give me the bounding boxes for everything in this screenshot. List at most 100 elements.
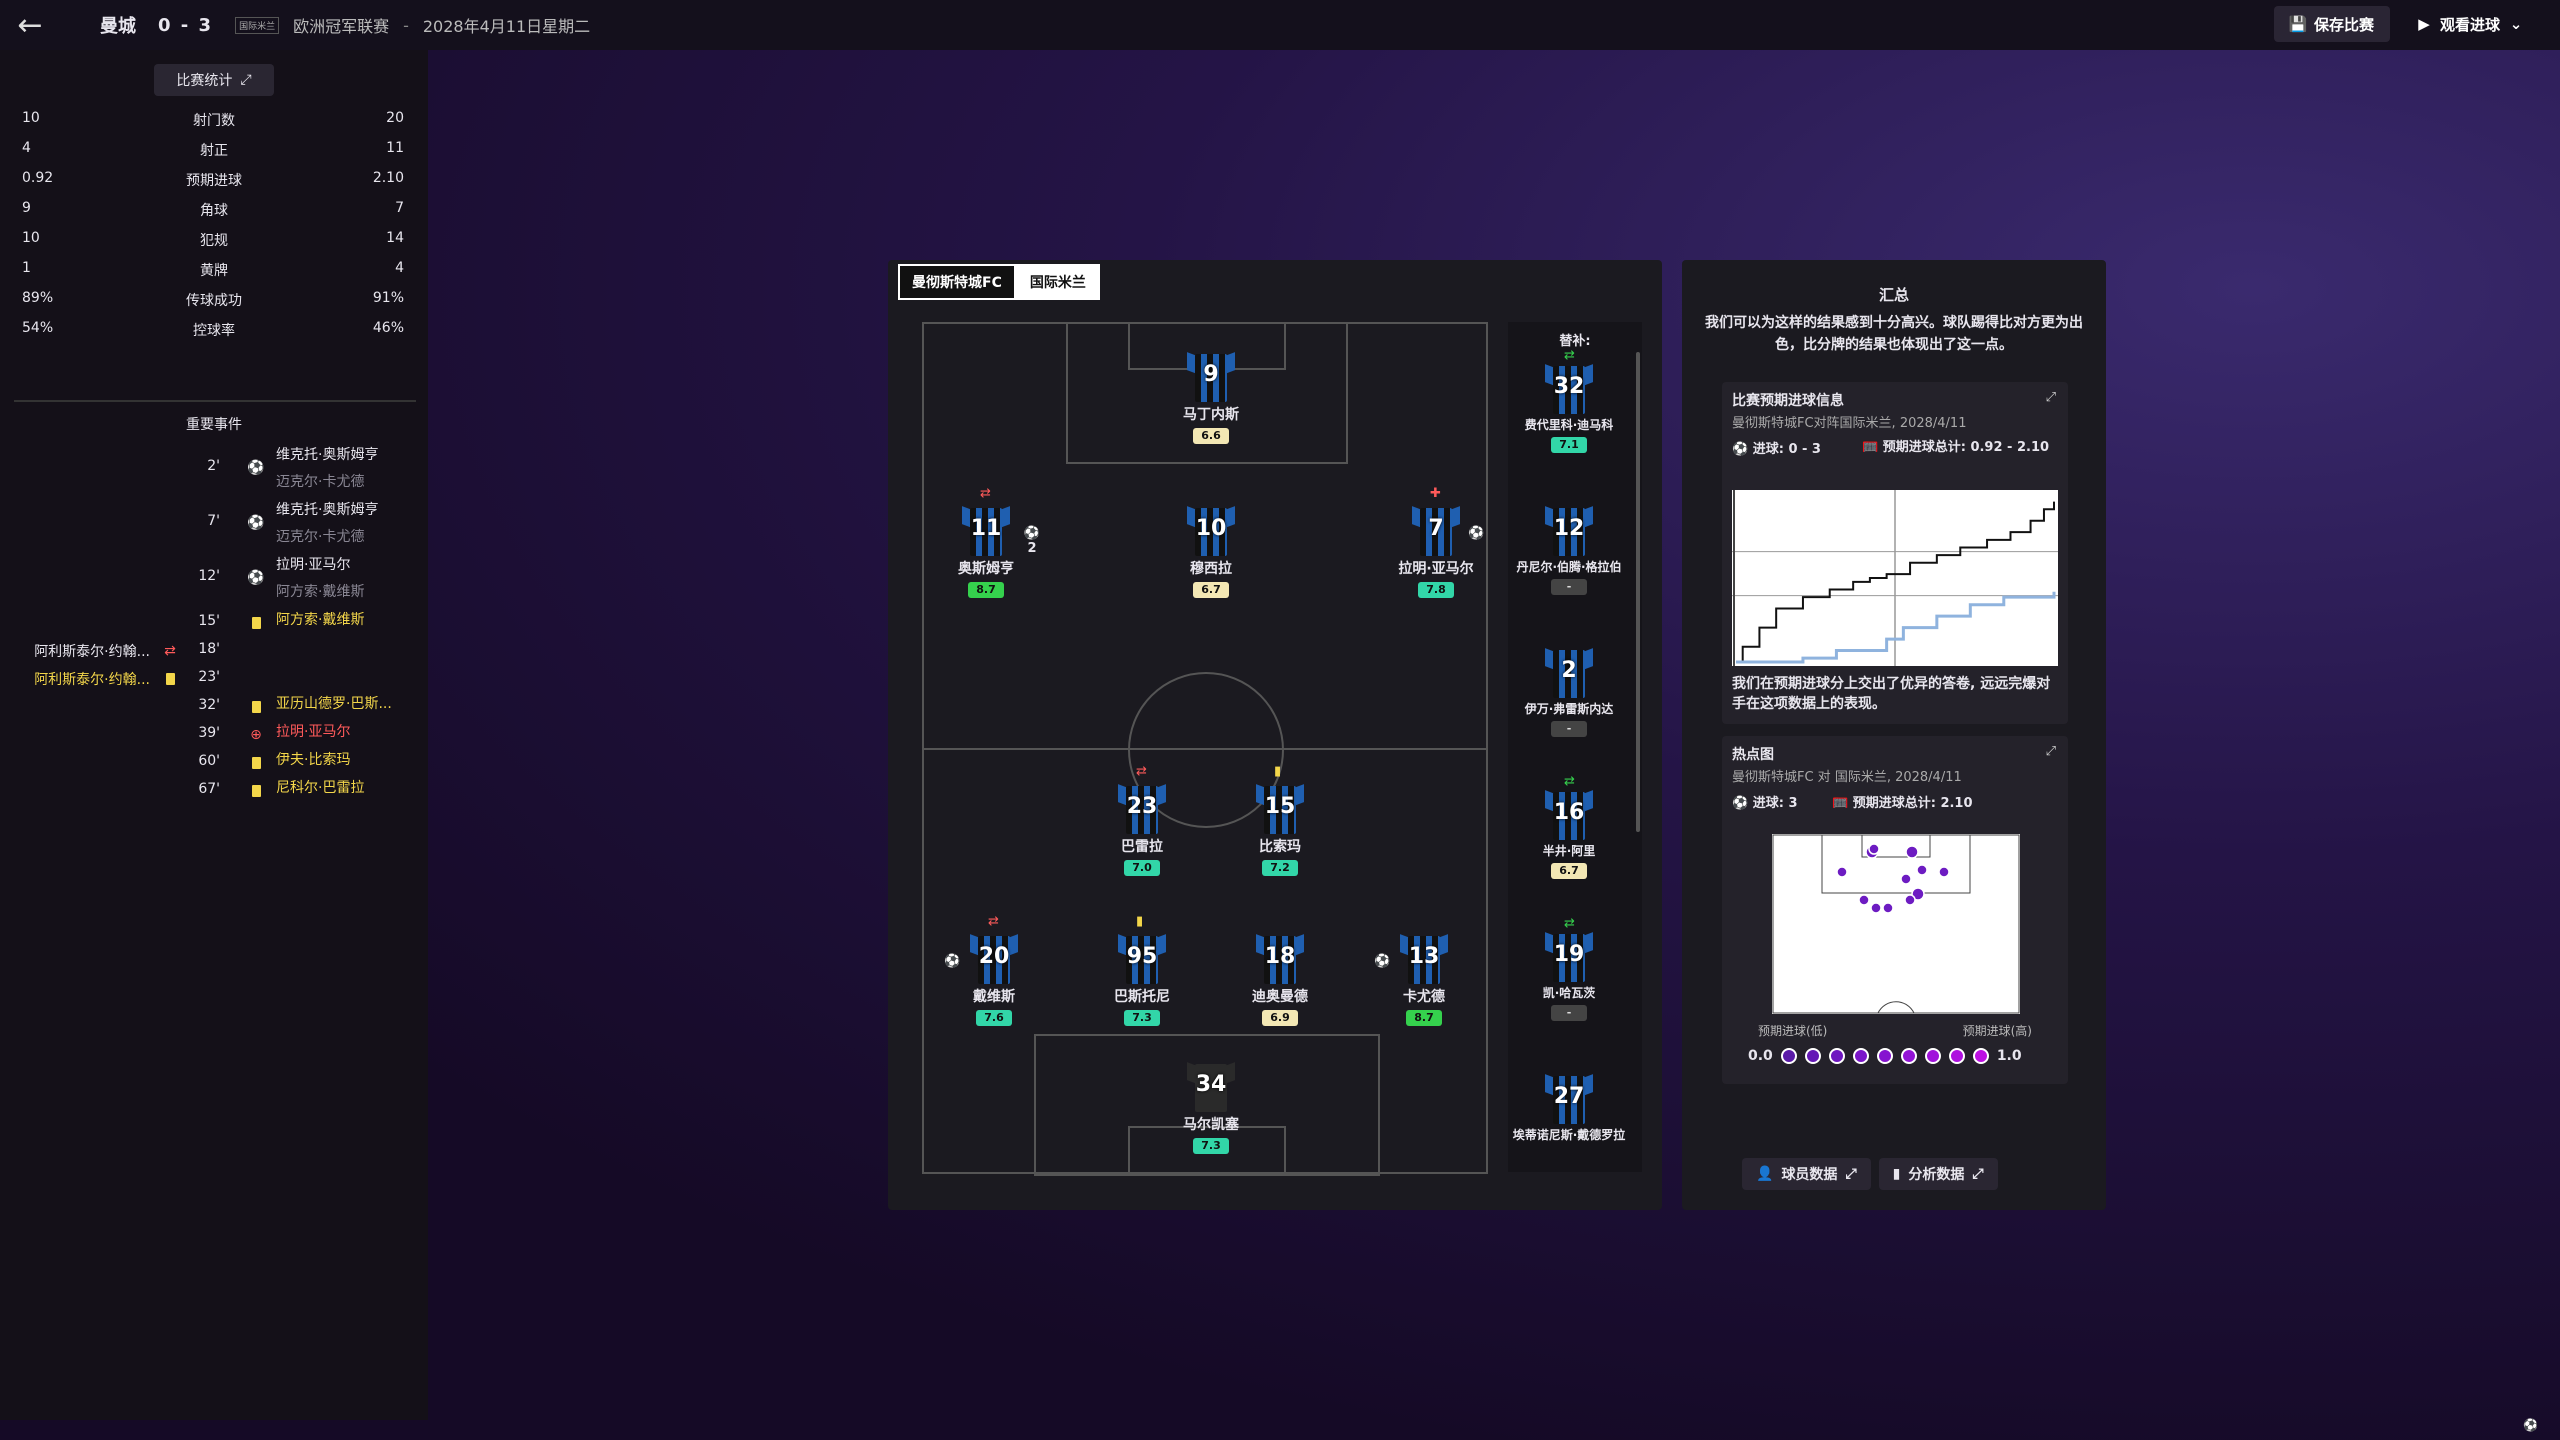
stat-row: 1 黄牌 4	[0, 256, 428, 282]
heatmap-card[interactable]: 热点图 ⤢ 曼彻斯特城FC 对 国际米兰, 2028/4/11 ⚽ 进球: 3 …	[1722, 736, 2068, 1084]
scale-dot	[1828, 1048, 1845, 1064]
xg-goals-info: ⚽ 进球: 0 - 3	[1732, 438, 1821, 457]
sub-rating: -	[1551, 1005, 1587, 1021]
heatmap-expand-icon[interactable]: ⤢	[2046, 744, 2056, 759]
event-player: 尼科尔·巴雷拉	[276, 780, 365, 796]
shot-marker	[1836, 866, 1848, 878]
ball-icon: ⚽	[1732, 796, 1749, 811]
player-event-icon: ▮	[1274, 764, 1282, 779]
jersey-icon: 23	[1118, 780, 1166, 834]
event-minute: 7'	[207, 513, 220, 529]
player-card[interactable]: ⇄ 23 巴雷拉 7.0	[1082, 764, 1202, 876]
player-name: 穆西拉	[1190, 561, 1232, 577]
summary-text: 我们可以为这样的结果感到十分高兴。球队踢得比对方更为出色，比分牌的结果也体现出了…	[1705, 315, 2083, 353]
jersey-number: 95	[1126, 944, 1158, 969]
match-score: 0 - 3	[158, 14, 214, 36]
player-rating: 7.6	[976, 1010, 1012, 1026]
player-card[interactable]: ⇄ ⚽ 20 戴维斯 7.6	[934, 914, 1054, 1026]
substitution-icon: ⇄	[164, 643, 176, 659]
player-card[interactable]: ⚽ 13 卡尤德 8.7	[1364, 930, 1484, 1026]
jersey-icon: 11	[962, 502, 1010, 556]
subs-scrollbar[interactable]	[1636, 352, 1640, 832]
player-card[interactable]: ⇄ ⚽ 2 11 奥斯姆亨 8.7	[926, 486, 1046, 598]
event-item: 15' 阿方索·戴维斯	[0, 609, 428, 637]
jersey-icon: 12	[1545, 502, 1593, 556]
save-match-button[interactable]: 💾 保存比赛	[2273, 6, 2390, 42]
stat-row: 10 射门数 20	[0, 106, 428, 132]
scale-dot	[1780, 1048, 1797, 1064]
player-card[interactable]: ▮ 95 巴斯托尼 7.3	[1082, 914, 1202, 1026]
stat-row: 54% 控球率 46%	[0, 316, 428, 342]
shot-marker	[1904, 894, 1916, 906]
xg-card[interactable]: 比赛预期进球信息 ⤢ 曼彻斯特城FC对阵国际米兰, 2028/4/11 ⚽ 进球…	[1722, 382, 2068, 724]
player-data-label: 球员数据	[1781, 1167, 1838, 1183]
chevron-down-icon[interactable]: ⌄	[2508, 15, 2524, 33]
yellow-card-icon	[162, 671, 178, 687]
event-player: 拉明·亚马尔	[276, 724, 351, 740]
player-event-icon: ▮	[1136, 914, 1144, 929]
tab-away-team[interactable]: 国际米兰	[1015, 264, 1100, 300]
back-arrow-icon[interactable]: ←	[0, 0, 60, 50]
substitute-card[interactable]: 2 伊万·弗雷斯内达 -	[1502, 644, 1636, 737]
player-card[interactable]: ✚ ⚽ 7 拉明·亚马尔 7.8	[1376, 486, 1496, 598]
jersey-number: 7	[1428, 516, 1444, 541]
sub-name: 凯·哈瓦茨	[1542, 986, 1596, 1000]
player-card[interactable]: 10 穆西拉 6.7	[1151, 502, 1271, 598]
event-minute: 39'	[198, 725, 220, 741]
analysis-data-button[interactable]: ▮ 分析数据 ⤢	[1878, 1158, 1998, 1190]
legend-high: 预期进球(高)	[1962, 1024, 2032, 1038]
xg-total-info: 🥅 预期进球总计: 0.92 - 2.10	[1862, 438, 2062, 458]
scale-min: 0.0	[1748, 1048, 1773, 1064]
player-card[interactable]: 18 迪奥曼德 6.9	[1220, 930, 1340, 1026]
player-card[interactable]: ▮ 15 比索玛 7.2	[1220, 764, 1340, 876]
jersey-number: 9	[1203, 362, 1219, 387]
event-minute: 2'	[207, 458, 220, 474]
player-card[interactable]: 9 马丁内斯 6.6	[1151, 348, 1271, 444]
stat-away: 11	[386, 140, 404, 156]
xg-card-title: 比赛预期进球信息	[1732, 393, 1844, 409]
stat-row: 10 犯规 14	[0, 226, 428, 252]
match-stats-button[interactable]: 比赛统计 ⤢	[154, 64, 274, 96]
player-data-button[interactable]: 👤 球员数据 ⤢	[1742, 1158, 1871, 1190]
stat-row: 9 角球 7	[0, 196, 428, 222]
player-card[interactable]: 34 马尔凯塞 7.3	[1151, 1058, 1271, 1154]
player-event-icon: ⇄	[980, 486, 991, 501]
substitute-card[interactable]: ⇄ 16 半井·阿里 6.7	[1502, 774, 1636, 879]
sub-name: 埃蒂诺尼斯·戴德罗拉	[1512, 1128, 1626, 1142]
sub-rating: 6.7	[1551, 863, 1587, 879]
competition-logo: 国际米兰	[235, 16, 280, 34]
substitute-card[interactable]: 12 丹尼尔·伯腾·格拉伯 -	[1502, 502, 1636, 595]
jersey-number: 34	[1195, 1072, 1227, 1097]
jersey-number: 18	[1264, 944, 1296, 969]
jersey-number: 13	[1408, 944, 1440, 969]
jersey-icon: 9	[1187, 348, 1235, 402]
event-minute: 60'	[198, 753, 220, 769]
event-minute: 15'	[198, 613, 220, 629]
tab-home-team[interactable]: 曼彻斯特城FC	[898, 264, 1016, 300]
player-name: 戴维斯	[973, 989, 1015, 1005]
watch-goals-button[interactable]: ▶ 观看进球 ⌄	[2400, 6, 2540, 42]
player-rating: 7.3	[1193, 1138, 1229, 1154]
stat-away: 2.10	[372, 170, 404, 186]
stat-away: 14	[386, 230, 404, 246]
scale-dot	[1948, 1048, 1965, 1064]
substitute-card[interactable]: ⇄ 19 凯·哈瓦茨 -	[1502, 916, 1636, 1021]
xg-expand-icon[interactable]: ⤢	[2046, 390, 2056, 405]
event-item: 32' 亚历山德罗·巴斯...	[0, 693, 428, 721]
person-icon: 👤	[1756, 1166, 1774, 1182]
stat-label: 犯规	[200, 233, 228, 249]
home-team-name: 曼城	[100, 16, 136, 37]
sub-rating: 7.1	[1551, 437, 1587, 453]
save-match-label: 保存比赛	[2313, 15, 2374, 34]
substitute-card[interactable]: ⇄ 32 费代里科·迪马科 7.1	[1502, 348, 1636, 453]
jersey-icon: 95	[1118, 930, 1166, 984]
jersey-icon: 10	[1187, 502, 1235, 556]
player-name: 比索玛	[1259, 839, 1301, 855]
jersey-icon: 18	[1256, 930, 1304, 984]
event-item: 2' ⚽ 维克托·奥斯姆亨 迈克尔·卡尤德	[0, 444, 428, 499]
substitute-card[interactable]: 27 埃蒂诺尼斯·戴德罗拉	[1502, 1070, 1636, 1143]
jersey-icon: 13	[1400, 930, 1448, 984]
save-icon: 💾	[2288, 15, 2308, 33]
stat-away: 46%	[372, 320, 404, 336]
event-minute: 18'	[198, 641, 220, 657]
